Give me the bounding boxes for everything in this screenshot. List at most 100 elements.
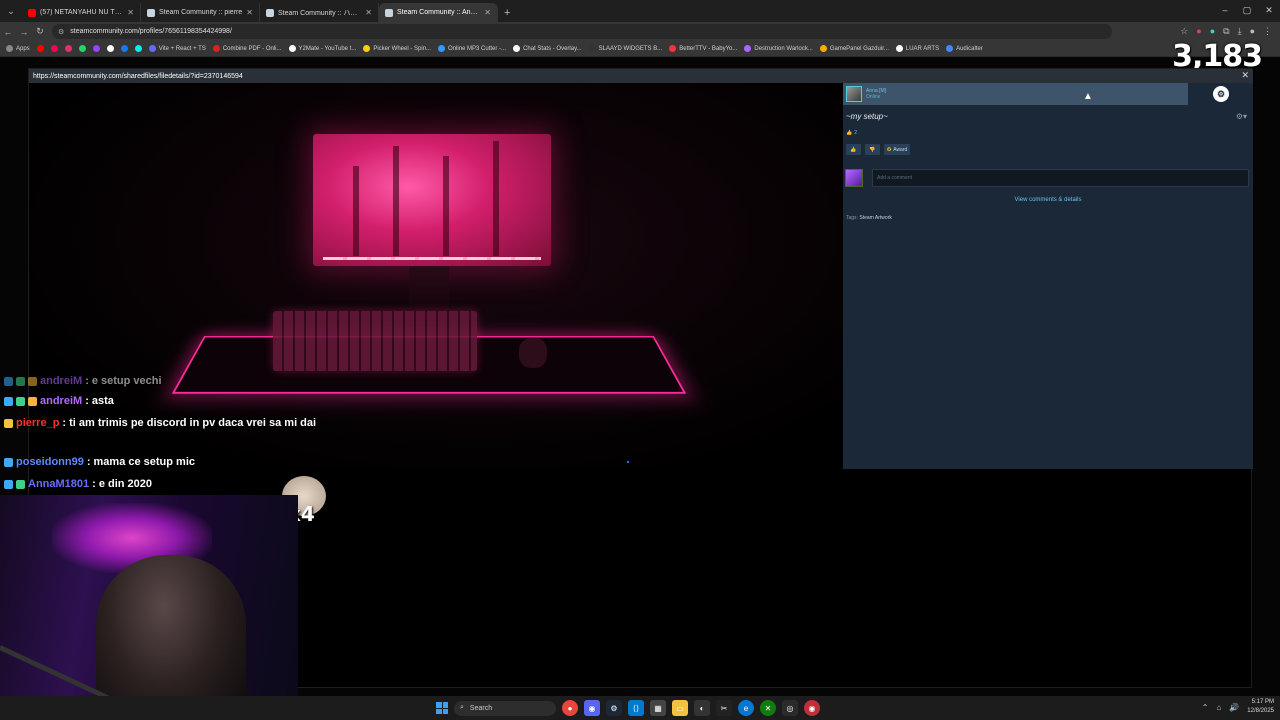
extension-icon[interactable]: ● <box>1210 26 1215 37</box>
bookmark-item[interactable] <box>36 45 44 52</box>
site-info-icon[interactable]: ⚙ <box>58 28 64 36</box>
chat-colon: : <box>86 456 91 468</box>
browser-tab-active[interactable]: Steam Community :: Anna.[M] ✕ <box>379 3 498 22</box>
thumbs-down-button[interactable]: 👎 <box>865 144 880 155</box>
taskbar-search[interactable]: ⌕ Search <box>454 700 556 716</box>
photo-dot <box>627 461 629 463</box>
bookmark-item[interactable]: Y2Mate - YouTube t... <box>288 45 356 52</box>
bookmark-item[interactable]: Picker Wheel - Spin... <box>363 45 431 52</box>
menu-dots-icon[interactable]: ⋮ <box>1263 26 1272 37</box>
url-input[interactable]: ⚙ steamcommunity.com/profiles/7656119835… <box>52 24 1112 39</box>
profile-avatar[interactable]: ● <box>1250 26 1255 37</box>
crown-badge-icon <box>4 418 13 428</box>
chrome-icon[interactable]: ● <box>562 700 578 716</box>
chat-user: AnnaM1801 <box>28 478 90 490</box>
calculator-icon[interactable]: ▦ <box>650 700 666 716</box>
minimize-icon[interactable]: – <box>1214 0 1236 20</box>
app-icon[interactable]: ◉ <box>804 700 820 716</box>
forward-icon[interactable]: → <box>16 27 32 37</box>
search-label: Search <box>469 704 493 712</box>
bookmark-item[interactable]: Combine PDF - Onli... <box>212 45 282 52</box>
bookmark-item[interactable] <box>64 45 72 52</box>
network-icon[interactable]: ⌂ <box>1216 703 1221 712</box>
bookmark-item[interactable] <box>134 45 142 52</box>
chat-message: e din 2020 <box>98 478 153 490</box>
bookmark-label: SLAAYD WIDGETS B... <box>598 45 663 52</box>
bookmark-item[interactable]: Apps <box>6 45 30 52</box>
award-button[interactable]: ✪ Award <box>884 144 911 155</box>
steam-taskbar-icon[interactable]: ⚙ <box>606 700 622 716</box>
browser-tab[interactable]: Steam Community :: pierre ✕ <box>141 3 260 22</box>
rating-count: 2 <box>854 130 858 136</box>
bookmark-item[interactable] <box>120 45 128 52</box>
steam-details-panel: Anna.[M] Online ▲ ⚙ ~my setup~ ⚙▾ 👍 2 👍 … <box>843 83 1253 469</box>
windows-start-icon[interactable] <box>436 702 448 714</box>
tab-search-icon[interactable]: ⌄ <box>2 2 20 20</box>
award-icon: ✪ <box>887 146 892 153</box>
bookmark-item[interactable]: Chat Stats - Overlay... <box>513 45 582 52</box>
steam-logo-icon: ⚙ <box>1213 86 1229 102</box>
maximize-icon[interactable]: ▢ <box>1236 0 1258 20</box>
overlay-url-bar: https://steamcommunity.com/sharedfiles/f… <box>29 69 1253 83</box>
bookmark-favicon-icon <box>363 45 371 52</box>
browser-tab[interactable]: (57) NETANYAHU NU TRE SA V... ✕ <box>22 3 141 22</box>
back-icon[interactable]: ← <box>0 27 16 37</box>
gear-icon[interactable]: ⚙▾ <box>1236 112 1247 121</box>
bookmark-favicon-icon <box>895 45 903 52</box>
bookmark-label: Online MP3 Cutter -... <box>448 45 507 52</box>
discord-icon[interactable]: ◉ <box>584 700 600 716</box>
tag-steam-artwork[interactable]: Steam Artwork <box>859 215 892 221</box>
bookmark-item[interactable] <box>78 45 86 52</box>
bookmark-item[interactable] <box>106 45 114 52</box>
obs-icon[interactable]: ◎ <box>782 700 798 716</box>
close-tab-icon[interactable]: ✕ <box>246 8 253 17</box>
close-overlay-icon[interactable]: ✕ <box>1241 70 1249 81</box>
close-tab-icon[interactable]: ✕ <box>127 8 134 17</box>
bookmark-item[interactable]: SLAAYD WIDGETS B... <box>588 45 663 52</box>
edge-icon[interactable]: e <box>738 700 754 716</box>
bookmark-item[interactable]: Online MP3 Cutter -... <box>438 45 506 52</box>
bookmark-favicon-icon <box>134 45 142 52</box>
bookmark-item[interactable]: GamePanel Gazduir... <box>819 45 889 52</box>
view-comments-link[interactable]: View comments & details <box>843 197 1253 203</box>
avatar[interactable] <box>846 86 862 102</box>
setup-photo[interactable] <box>29 83 843 469</box>
chat-user: pierre_p <box>16 417 60 429</box>
file-explorer-icon[interactable]: ▭ <box>672 700 688 716</box>
new-tab-button[interactable]: + <box>498 7 516 22</box>
search-icon: ⌕ <box>460 704 464 711</box>
bookmark-star-icon[interactable]: ☆ <box>1180 26 1188 37</box>
chevron-up-icon[interactable]: ⌃ <box>1202 703 1209 712</box>
bookmark-label: Picker Wheel - Spin... <box>373 45 432 52</box>
bookmark-item[interactable] <box>92 45 100 52</box>
award-label: Award <box>893 146 908 153</box>
thumbs-up-button[interactable]: 👍 <box>846 144 861 155</box>
extension-icon[interactable]: ● <box>1196 26 1201 37</box>
bookmark-item[interactable]: LUAR ARTS <box>895 45 939 52</box>
vscode-icon[interactable]: ⟨⟩ <box>628 700 644 716</box>
close-window-icon[interactable]: ✕ <box>1258 0 1280 20</box>
capcut-icon[interactable]: ✂ <box>716 700 732 716</box>
reload-icon[interactable]: ↻ <box>32 26 48 37</box>
rate-actions: 👍 👎 ✪ Award <box>846 144 911 155</box>
close-tab-icon[interactable]: ✕ <box>484 8 491 17</box>
close-tab-icon[interactable]: ✕ <box>365 8 372 17</box>
browser-tab[interactable]: Steam Community :: ハイマツ-ヱ... ✕ <box>260 3 379 22</box>
tab-title: Steam Community :: Anna.[M] <box>397 9 480 16</box>
bookmark-item[interactable]: Vite + React + TS <box>148 45 206 52</box>
comment-input[interactable]: Add a comment <box>872 169 1249 187</box>
downloads-icon[interactable]: ⤓ <box>1238 26 1242 37</box>
bookmark-item[interactable] <box>50 45 58 52</box>
app-icon[interactable]: ◐ <box>694 700 710 716</box>
bookmark-item[interactable]: BetterTTV - BabyYo... <box>669 45 737 52</box>
bookmark-item[interactable]: Audicalter <box>946 45 983 52</box>
xbox-icon[interactable]: ✕ <box>760 700 776 716</box>
chat-colon: : <box>62 417 67 429</box>
chat-message: ti am trimis pe discord in pv daca vrei … <box>69 417 317 429</box>
puzzle-icon[interactable]: ⧉ <box>1223 26 1229 37</box>
overlay-url[interactable]: https://steamcommunity.com/sharedfiles/f… <box>33 73 243 80</box>
clock[interactable]: 5:17 PM 12/8/2025 <box>1247 698 1274 716</box>
volume-icon[interactable]: 🔊 <box>1229 703 1239 712</box>
bookmark-item[interactable]: Destruction Warlock... <box>744 45 813 52</box>
artwork-title: ~my setup~ <box>846 112 888 121</box>
